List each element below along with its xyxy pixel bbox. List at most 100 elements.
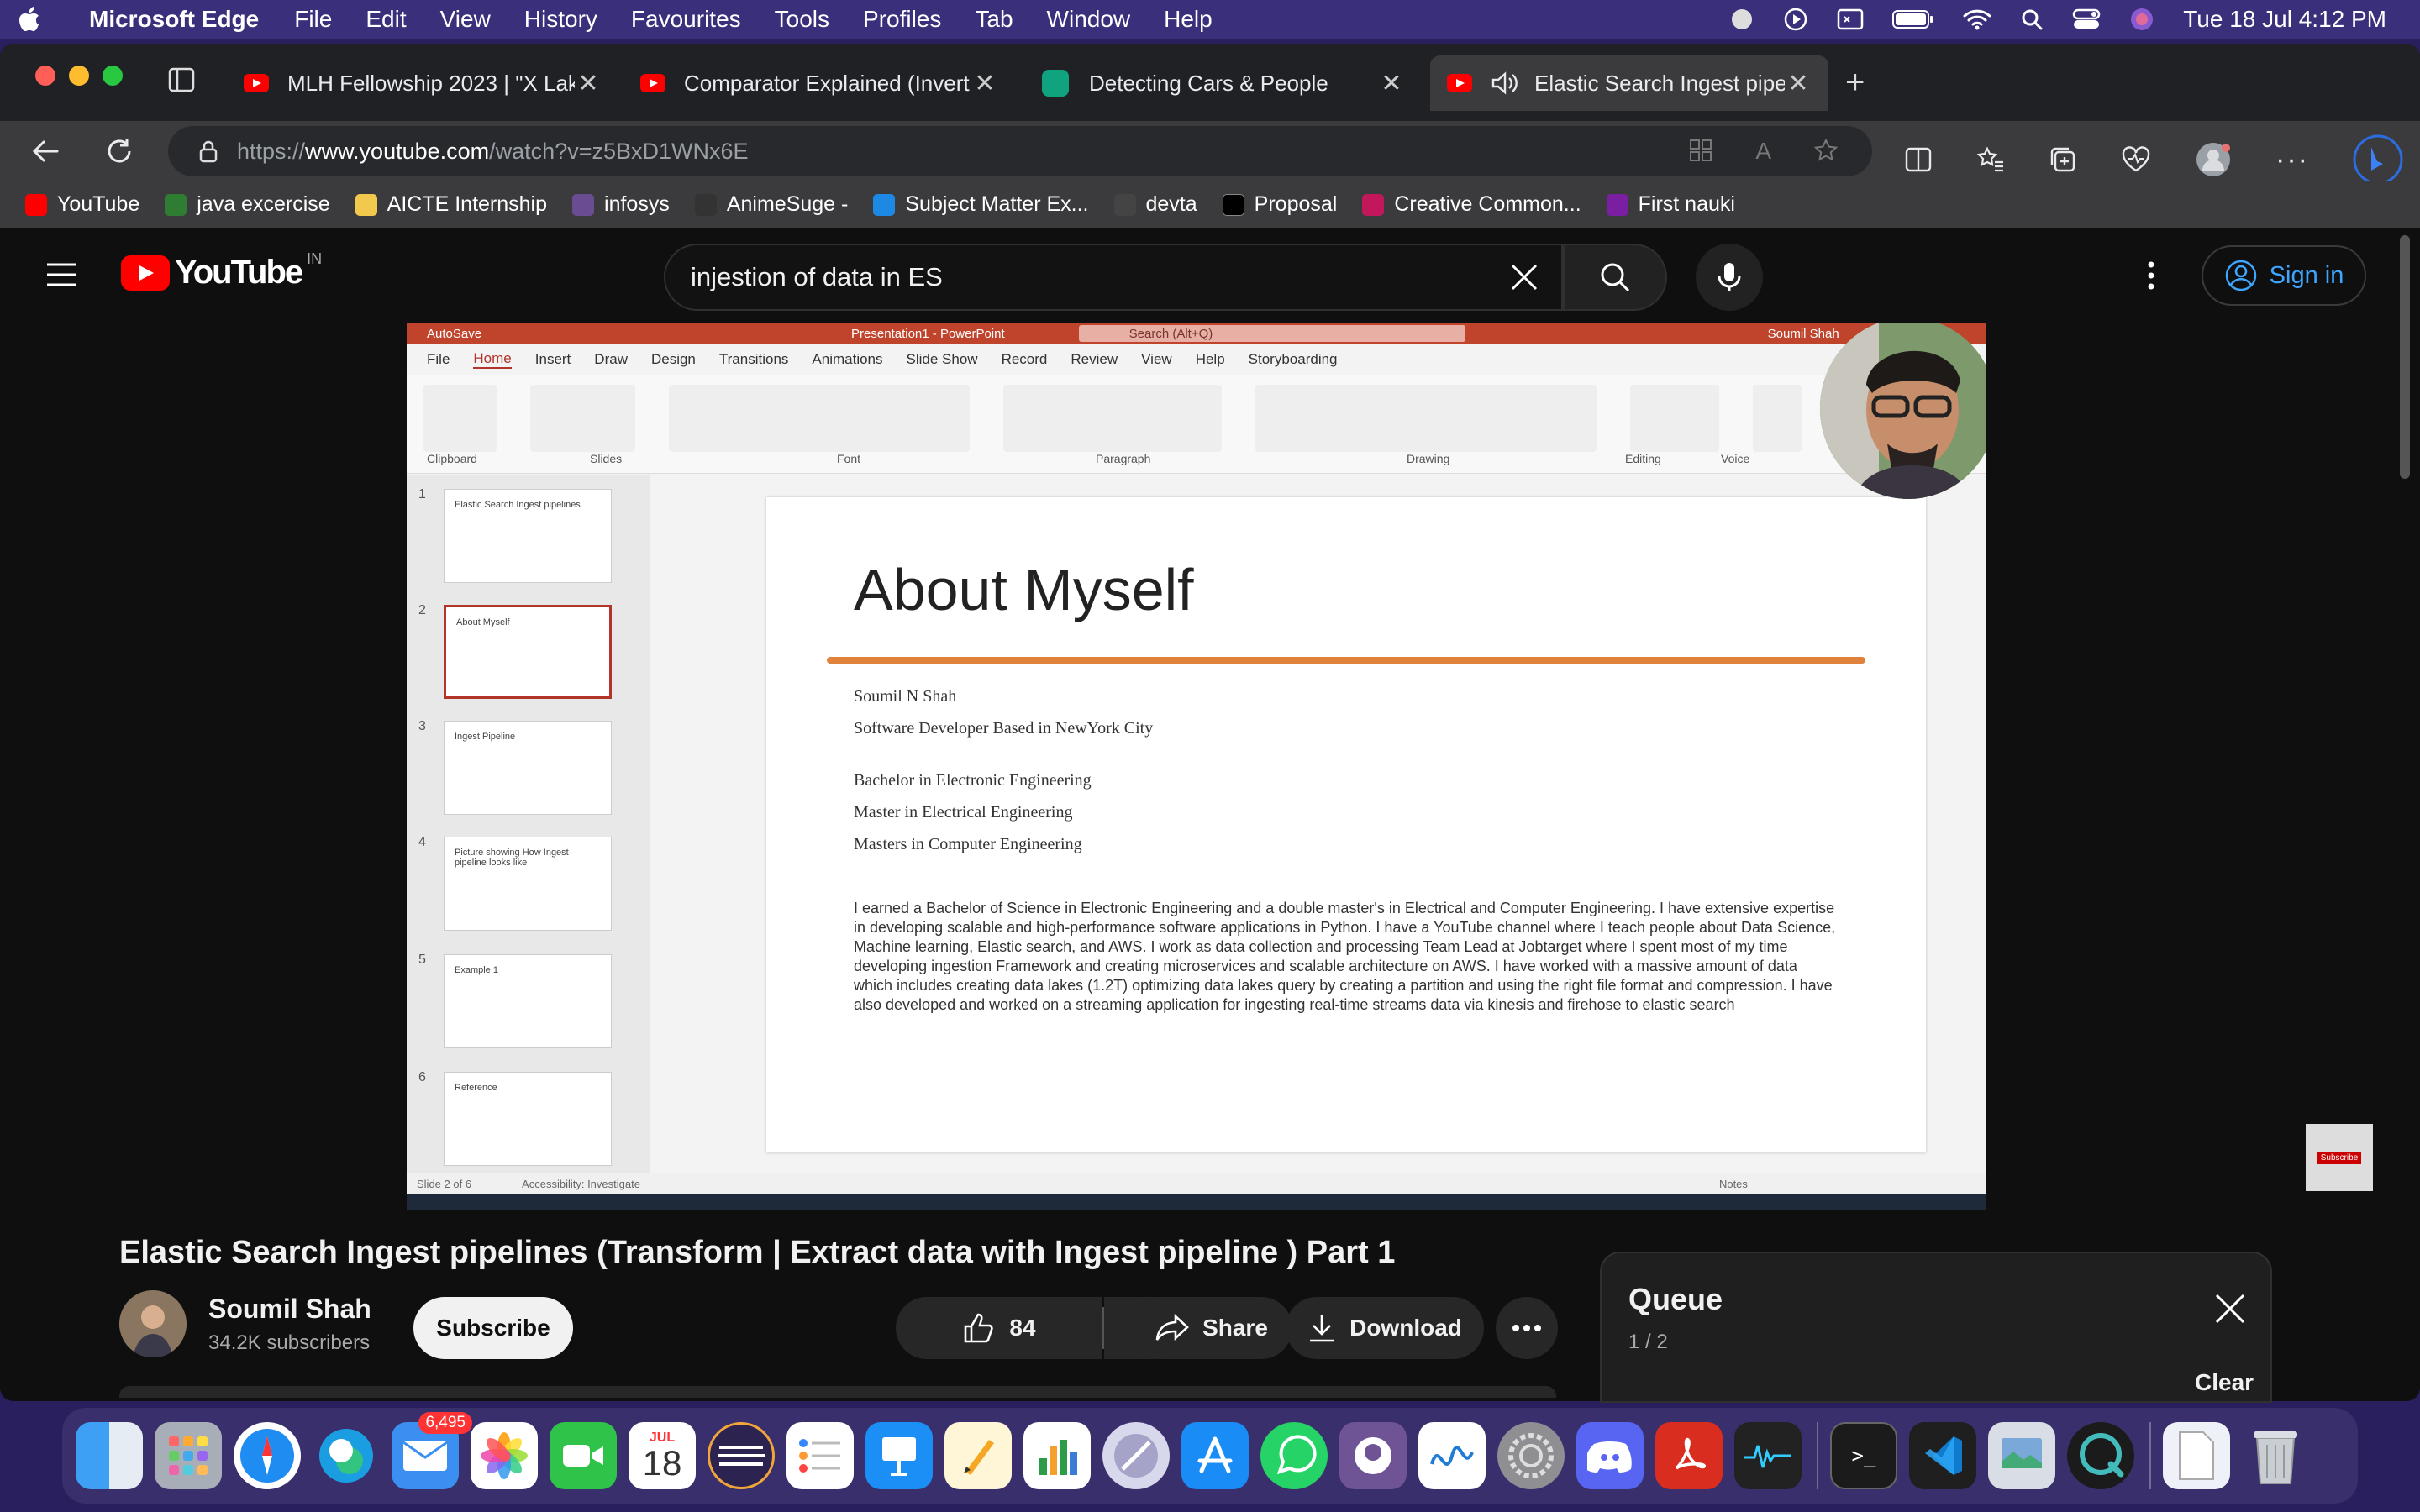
csv-document-icon[interactable]: [2163, 1422, 2230, 1489]
mail-icon[interactable]: 6,495: [392, 1412, 472, 1489]
description-box[interactable]: [119, 1386, 1556, 1398]
reminders-icon[interactable]: [786, 1422, 854, 1489]
settings-more-icon[interactable]: ···: [2275, 144, 2309, 176]
focus-status-icon[interactable]: [1729, 7, 1754, 32]
siri-icon[interactable]: [2129, 7, 2154, 32]
battery-icon[interactable]: [1892, 8, 1934, 30]
system-settings-icon[interactable]: [1497, 1422, 1565, 1489]
freeform-icon[interactable]: [1418, 1422, 1486, 1489]
back-icon[interactable]: [30, 136, 60, 166]
favorite-star-icon[interactable]: [1813, 138, 1839, 165]
edge-icon[interactable]: [313, 1422, 380, 1489]
favorites-icon[interactable]: [1976, 145, 2005, 174]
bookmark-infosys[interactable]: infosys: [572, 192, 670, 217]
like-button[interactable]: 84: [896, 1297, 1102, 1359]
profile-avatar-icon[interactable]: [2195, 141, 2232, 178]
minimize-window-button[interactable]: [69, 66, 89, 86]
subscribe-button[interactable]: Subscribe: [413, 1297, 573, 1359]
reload-icon[interactable]: [104, 136, 134, 166]
address-bar[interactable]: https://www.youtube.com/watch?v=z5BxD1WN…: [168, 126, 1872, 176]
close-tab-icon[interactable]: ✕: [1785, 69, 1812, 98]
bookmark-aicte[interactable]: AICTE Internship: [355, 192, 547, 217]
queue-clear-button[interactable]: Clear: [2195, 1369, 2254, 1396]
subscribe-watermark[interactable]: Subscribe: [2306, 1124, 2373, 1191]
tab-detecting-cars[interactable]: Detecting Cars & People ✕: [1025, 55, 1422, 111]
menu-history[interactable]: History: [508, 6, 614, 33]
menu-tab[interactable]: Tab: [958, 6, 1029, 33]
spotlight-search-icon[interactable]: [2020, 8, 2044, 31]
youtube-logo[interactable]: YouTube IN: [121, 250, 322, 291]
tab-actions-icon[interactable]: [168, 67, 195, 92]
numbers-icon[interactable]: [1023, 1422, 1091, 1489]
more-options-icon[interactable]: [2144, 260, 2158, 291]
download-button[interactable]: Download: [1286, 1297, 1484, 1359]
zoom-window-button[interactable]: [103, 66, 123, 86]
activity-monitor-icon[interactable]: [1734, 1422, 1802, 1489]
app-store-icon[interactable]: [1181, 1422, 1249, 1489]
read-aloud-icon[interactable]: A: [1755, 138, 1771, 165]
quicktime-icon[interactable]: [2067, 1422, 2134, 1489]
menu-edit[interactable]: Edit: [349, 6, 423, 33]
menu-view[interactable]: View: [424, 6, 508, 33]
wifi-icon[interactable]: [1963, 8, 1991, 31]
collections-icon[interactable]: [2049, 145, 2077, 174]
search-input[interactable]: injestion of data in ES: [664, 244, 1563, 311]
menu-tools[interactable]: Tools: [758, 6, 846, 33]
github-desktop-icon[interactable]: [1339, 1422, 1407, 1489]
video-player[interactable]: AutoSave Presentation1 - PowerPoint Sear…: [407, 323, 1986, 1210]
calendar-icon[interactable]: JUL 18: [629, 1422, 696, 1489]
bookmark-proposal[interactable]: Proposal: [1222, 192, 1337, 217]
menu-file[interactable]: File: [277, 6, 349, 33]
more-actions-button[interactable]: [1496, 1297, 1558, 1359]
safari-icon[interactable]: [234, 1422, 301, 1489]
bookmark-java-excercise[interactable]: java excercise: [165, 192, 330, 217]
discord-icon[interactable]: [1576, 1422, 1644, 1489]
new-tab-icon[interactable]: +: [1845, 66, 1865, 99]
bookmark-creative-commons[interactable]: Creative Common...: [1362, 192, 1581, 217]
keynote-icon[interactable]: [865, 1422, 933, 1489]
terminal-icon[interactable]: >_: [1830, 1422, 1897, 1489]
finder-icon[interactable]: [76, 1422, 143, 1489]
eclipse-icon[interactable]: [708, 1422, 775, 1489]
lock-icon[interactable]: [198, 139, 218, 164]
preview-icon[interactable]: [1988, 1422, 2055, 1489]
sign-in-button[interactable]: Sign in: [2202, 245, 2366, 306]
hamburger-menu-icon[interactable]: [45, 260, 77, 289]
acrobat-icon[interactable]: [1655, 1422, 1723, 1489]
trash-icon[interactable]: [2242, 1422, 2309, 1489]
split-screen-icon[interactable]: [1904, 145, 1933, 174]
menu-help[interactable]: Help: [1147, 6, 1229, 33]
share-button[interactable]: Share: [1131, 1297, 1292, 1359]
close-tab-icon[interactable]: ✕: [1378, 69, 1405, 98]
bookmark-subject-matter[interactable]: Subject Matter Ex...: [873, 192, 1089, 217]
channel-name[interactable]: Soumil Shah: [208, 1294, 371, 1325]
menu-window[interactable]: Window: [1030, 6, 1148, 33]
menu-favourites[interactable]: Favourites: [614, 6, 758, 33]
facetime-icon[interactable]: [550, 1422, 617, 1489]
vscode-icon[interactable]: [1909, 1422, 1976, 1489]
bookmark-devta[interactable]: devta: [1113, 192, 1197, 217]
page-scrollbar[interactable]: [2400, 235, 2410, 479]
bing-copilot-icon[interactable]: [2353, 134, 2403, 185]
menu-profiles[interactable]: Profiles: [846, 6, 958, 33]
launchpad-icon[interactable]: [155, 1422, 222, 1489]
media-play-icon[interactable]: [1783, 7, 1808, 32]
tab-mlh-fellowship[interactable]: MLH Fellowship 2023 | "X Lak ✕: [227, 55, 618, 111]
menubar-clock[interactable]: Tue 18 Jul 4:12 PM: [2183, 6, 2386, 33]
tab-comparator[interactable]: Comparator Explained (Invertin ✕: [623, 55, 1015, 111]
screen-capture-icon[interactable]: [1837, 8, 1864, 31]
close-tab-icon[interactable]: ✕: [971, 69, 998, 98]
bookmark-animesuge[interactable]: AnimeSuge -: [694, 192, 848, 217]
speaker-icon[interactable]: [1491, 71, 1519, 96]
search-button[interactable]: [1563, 244, 1667, 311]
apple-menu-icon[interactable]: [0, 6, 59, 33]
close-tab-icon[interactable]: ✕: [575, 69, 602, 98]
voice-search-button[interactable]: [1696, 244, 1763, 311]
whatsapp-icon[interactable]: [1260, 1422, 1328, 1489]
pages-icon[interactable]: [944, 1422, 1012, 1489]
app-name[interactable]: Microsoft Edge: [59, 6, 277, 33]
disk-utility-icon[interactable]: [1102, 1422, 1170, 1489]
close-window-button[interactable]: [35, 66, 55, 86]
bookmark-first-nauki[interactable]: First nauki: [1606, 192, 1735, 217]
bookmark-youtube[interactable]: YouTube: [25, 192, 139, 217]
